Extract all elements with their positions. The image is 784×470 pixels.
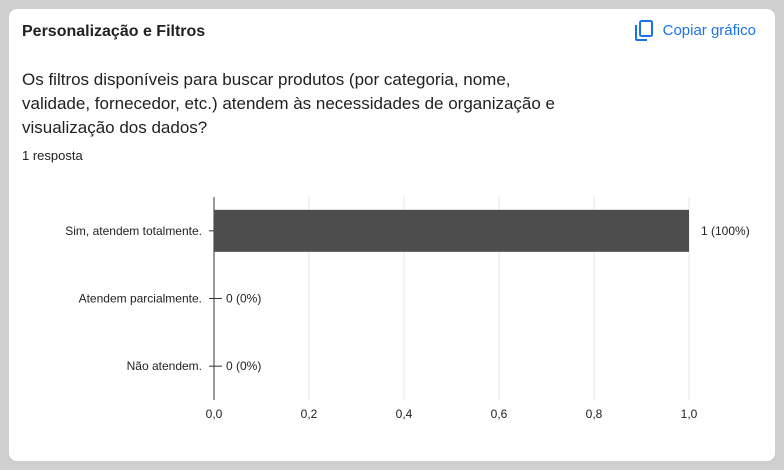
category-label: Atendem parcialmente. <box>79 292 202 306</box>
x-tick-label: 1,0 <box>681 407 698 421</box>
x-tick-label: 0,0 <box>206 407 223 421</box>
x-tick-label: 0,8 <box>586 407 603 421</box>
data-label: 0 (0%) <box>226 359 261 373</box>
category-label: Sim, atendem totalmente. <box>65 224 202 238</box>
bar <box>214 209 689 252</box>
x-tick-label: 0,6 <box>491 407 508 421</box>
category-label: Não atendem. <box>127 359 202 373</box>
x-tick-label: 0,2 <box>301 407 318 421</box>
x-tick-label: 0,4 <box>396 407 413 421</box>
data-label: 1 (100%) <box>701 224 750 238</box>
bar-chart: 0,0 0,2 0,4 0,6 0,8 1,0 Sim, atendem totalment… <box>65 197 750 421</box>
data-label: 0 (0%) <box>226 292 261 306</box>
